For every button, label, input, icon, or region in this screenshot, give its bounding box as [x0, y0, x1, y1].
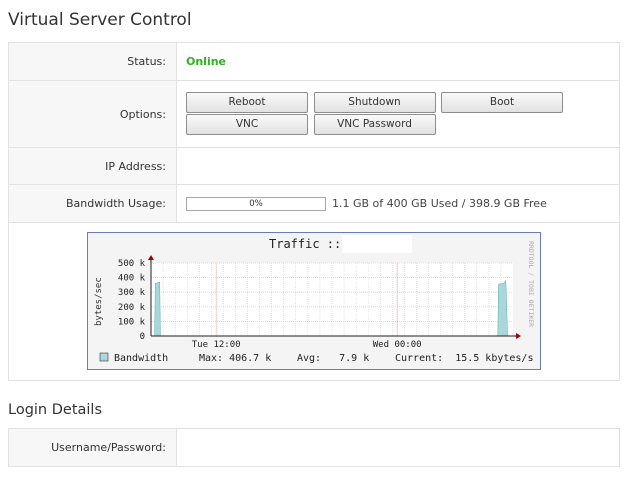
- page-title: Virtual Server Control: [8, 10, 192, 30]
- username-password-label: Username/Password:: [8, 428, 177, 467]
- ip-address-label: IP Address:: [8, 147, 177, 185]
- options-label: Options:: [8, 80, 177, 148]
- vnc-password-button[interactable]: VNC Password: [313, 114, 436, 135]
- y-tick-label: 500 k: [118, 259, 146, 269]
- graph-watermark: RRDTOOL / TOBI OETIKER: [527, 241, 535, 327]
- status-label: Status:: [8, 42, 177, 81]
- traffic-graph: Traffic :: bytes/sec RRDTOOL / TOBI OETI…: [87, 232, 541, 370]
- username-password-value: [176, 428, 620, 467]
- graph-title-redacted-box: [342, 235, 412, 253]
- bandwidth-usage-label: Bandwidth Usage:: [8, 184, 177, 223]
- legend-avg: Avg: 7.9 k: [297, 353, 369, 364]
- bandwidth-percent: 0%: [249, 198, 263, 209]
- bandwidth-progress-bar: 0%: [186, 196, 326, 211]
- reboot-button[interactable]: Reboot: [186, 92, 308, 113]
- shutdown-button[interactable]: Shutdown: [313, 92, 436, 113]
- login-details-title: Login Details: [8, 402, 102, 418]
- traffic-chart-svg: Traffic :: bytes/sec RRDTOOL / TOBI OETI…: [94, 235, 535, 364]
- login-details-table: Username/Password:: [8, 428, 620, 467]
- graph-y-axis-label: bytes/sec: [94, 277, 104, 326]
- x-axis-arrow: [516, 333, 521, 339]
- y-tick-label: 0: [140, 332, 145, 342]
- vnc-button[interactable]: VNC: [186, 114, 308, 135]
- legend-series-name: Bandwidth: [114, 353, 168, 364]
- status-value: Online: [186, 55, 227, 68]
- y-axis-arrow: [148, 255, 154, 260]
- y-tick-label: 200 k: [118, 303, 146, 313]
- ip-address-value: [176, 147, 620, 185]
- graph-title: Traffic ::: [269, 237, 341, 251]
- y-tick-label: 400 k: [118, 274, 146, 284]
- x-tick-label: Tue 12:00: [192, 340, 241, 350]
- x-tick-label: Wed 00:00: [373, 340, 422, 350]
- graph-plot-area: 0 100 k 200 k 300 k 400 k 500 k Tue 12:00 Wed 0…: [118, 255, 521, 350]
- y-tick-label: 300 k: [118, 288, 146, 298]
- legend-max: Max: 406.7 k: [199, 353, 271, 364]
- y-tick-label: 100 k: [118, 317, 146, 327]
- options-cell: Reboot Shutdown Boot VNC VNC Password: [176, 80, 620, 148]
- boot-button[interactable]: Boot: [441, 92, 563, 113]
- legend-current: Current: 15.5 kbytes/s: [395, 353, 533, 364]
- bandwidth-summary: 1.1 GB of 400 GB Used / 398.9 GB Free: [332, 197, 547, 210]
- legend-swatch-bandwidth: [99, 352, 109, 362]
